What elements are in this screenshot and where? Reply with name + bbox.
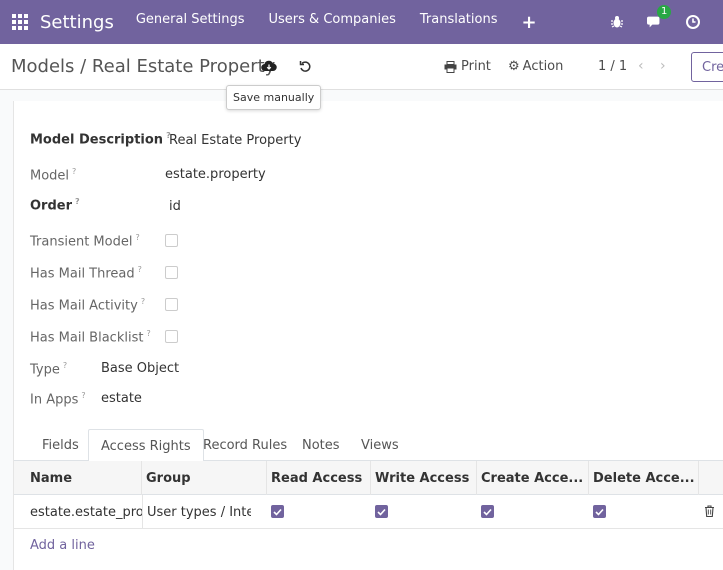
clock-icon[interactable] <box>685 14 701 30</box>
access-rights-table: Name Group Read Access Write Access Crea… <box>14 461 723 553</box>
in-apps-value: estate <box>101 391 142 406</box>
order-label: Order? <box>30 197 80 214</box>
mail-blacklist-checkbox[interactable] <box>165 330 178 343</box>
tab-access-rights[interactable]: Access Rights <box>88 429 204 462</box>
chevron-right-icon[interactable]: › <box>660 58 666 74</box>
tab-views[interactable]: Views <box>349 429 411 462</box>
mail-thread-checkbox[interactable] <box>165 266 178 279</box>
type-label: Type? <box>30 361 68 378</box>
mail-thread-label: Has Mail Thread? <box>30 265 142 282</box>
form-sheet: Model Description? Real Estate Property … <box>13 101 723 570</box>
create-access-checkbox[interactable] <box>481 505 494 518</box>
debug-bug-icon[interactable] <box>609 14 625 30</box>
control-panel: Models / Real Estate Property Print ⚙ Ac… <box>0 44 723 90</box>
breadcrumb[interactable]: Models / Real Estate Property <box>11 56 275 77</box>
write-access-checkbox[interactable] <box>375 505 388 518</box>
save-tooltip: Save manually <box>226 85 322 110</box>
add-a-line-link[interactable]: Add a line <box>30 538 95 553</box>
column-header-create[interactable]: Create Acce... <box>477 461 589 495</box>
tab-record-rules[interactable]: Record Rules <box>191 429 299 462</box>
app-title[interactable]: Settings <box>40 12 114 33</box>
systray: 1 <box>609 0 723 44</box>
print-button[interactable]: Print <box>444 59 491 74</box>
create-button[interactable]: Create <box>691 52 723 82</box>
model-label: Model? <box>30 167 77 184</box>
notebook-tabs: Fields Access Rights Record Rules Notes … <box>14 429 723 462</box>
delete-access-checkbox[interactable] <box>593 505 606 518</box>
menu-users-companies[interactable]: Users & Companies <box>269 12 396 33</box>
tab-notes[interactable]: Notes <box>290 429 352 462</box>
row-name-cell[interactable]: estate.estate_property <box>14 495 142 529</box>
in-apps-label: In Apps? <box>30 391 86 408</box>
order-field[interactable]: id <box>169 199 181 214</box>
trash-icon[interactable] <box>704 505 716 519</box>
discard-undo-icon[interactable] <box>297 58 313 74</box>
pager-value[interactable]: 1 / 1 <box>598 59 627 74</box>
chat-icon[interactable]: 1 <box>647 5 672 30</box>
column-header-read[interactable]: Read Access <box>267 461 371 495</box>
type-value: Base Object <box>101 361 180 376</box>
mail-activity-label: Has Mail Activity? <box>30 297 146 314</box>
apps-menu-icon[interactable] <box>12 14 28 30</box>
mail-blacklist-label: Has Mail Blacklist? <box>30 329 151 346</box>
read-access-checkbox[interactable] <box>271 505 284 518</box>
model-description-label: Model Description? <box>30 131 171 148</box>
gear-icon: ⚙ <box>508 59 520 74</box>
transient-model-label: Transient Model? <box>30 233 140 250</box>
menu-plus-icon[interactable]: + <box>521 12 536 33</box>
column-header-name[interactable]: Name <box>14 461 142 495</box>
print-icon <box>444 60 457 73</box>
menu-general-settings[interactable]: General Settings <box>136 12 245 33</box>
row-group-cell[interactable]: User types / Internal User <box>142 495 251 529</box>
table-header: Name Group Read Access Write Access Crea… <box>14 461 723 495</box>
transient-model-checkbox[interactable] <box>165 234 178 247</box>
top-navbar: Settings General Settings Users & Compan… <box>0 0 723 44</box>
column-header-delete[interactable]: Delete Acce... <box>589 461 699 495</box>
table-row[interactable]: estate.estate_property User types / Inte… <box>14 495 723 529</box>
main-menu: General Settings Users & Companies Trans… <box>136 12 561 33</box>
menu-translations[interactable]: Translations <box>420 12 498 33</box>
chat-badge: 1 <box>657 5 672 19</box>
model-value: estate.property <box>165 167 266 182</box>
action-label: Action <box>522 59 564 74</box>
save-cloud-icon[interactable] <box>259 58 279 74</box>
chevron-left-icon[interactable]: ‹ <box>638 58 644 74</box>
model-description-field[interactable]: Real Estate Property <box>169 133 301 148</box>
print-label: Print <box>461 59 491 74</box>
tab-fields[interactable]: Fields <box>30 429 91 462</box>
action-button[interactable]: ⚙ Action <box>508 59 563 74</box>
column-header-group[interactable]: Group <box>142 461 267 495</box>
mail-activity-checkbox[interactable] <box>165 298 178 311</box>
column-header-write[interactable]: Write Access <box>371 461 477 495</box>
